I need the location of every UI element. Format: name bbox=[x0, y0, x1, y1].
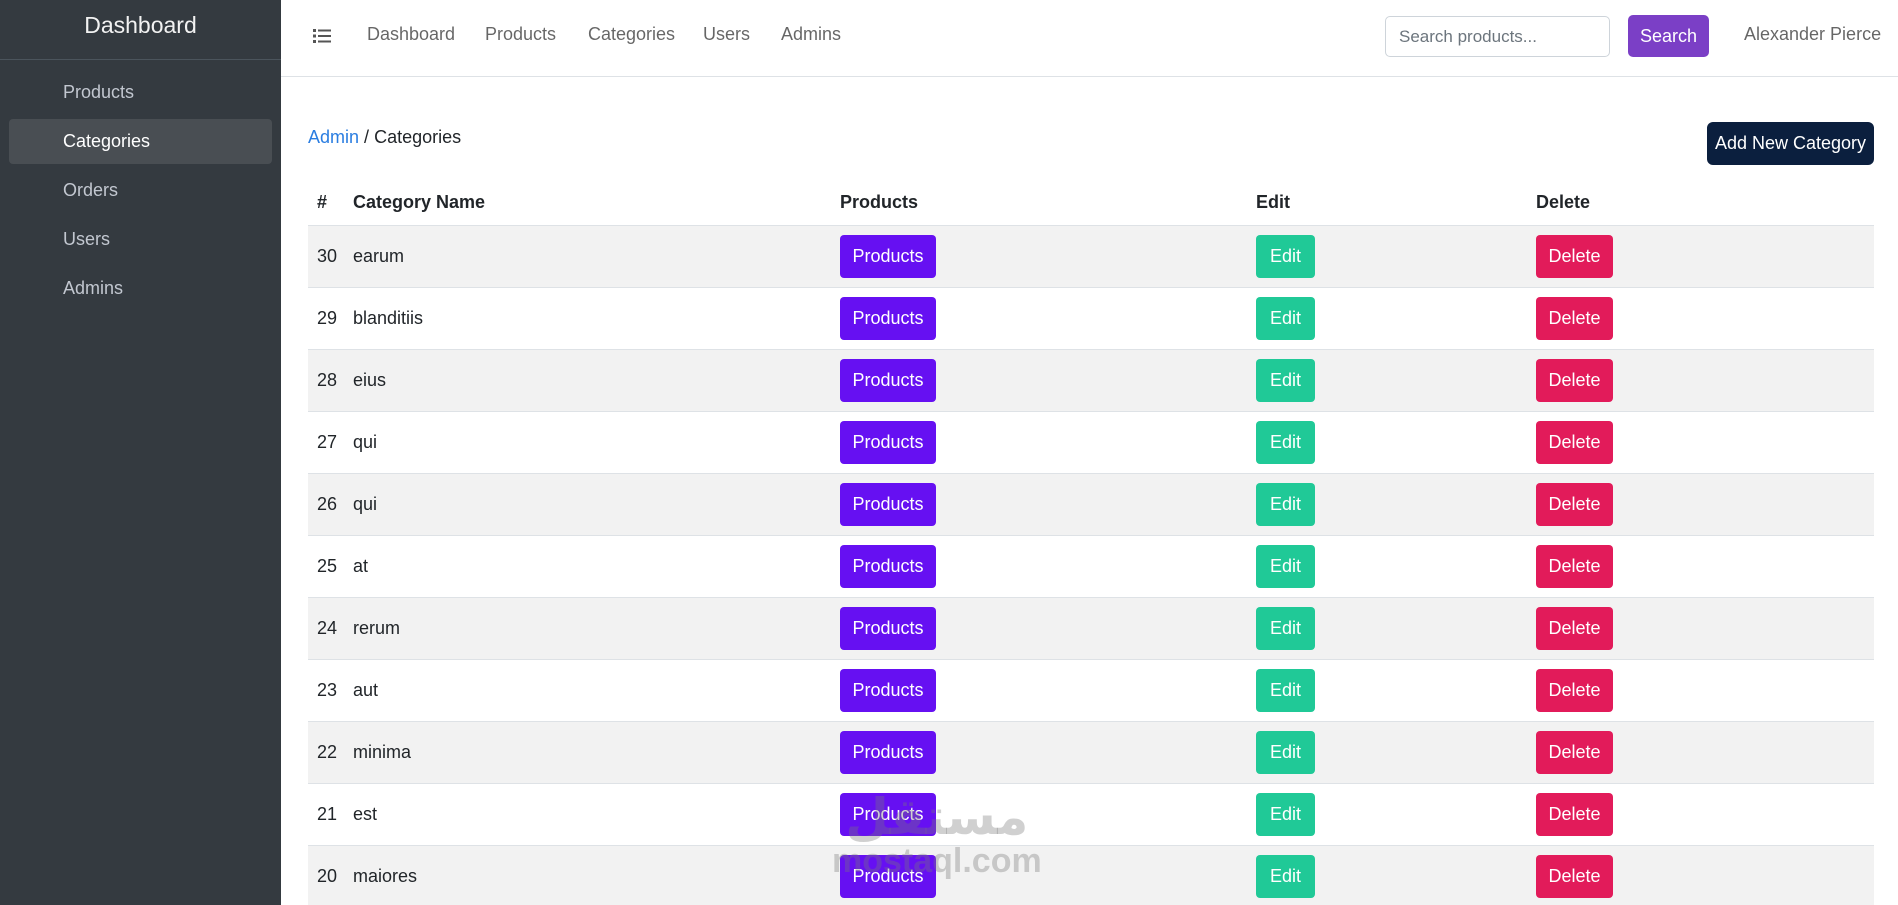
products-button[interactable]: Products bbox=[840, 483, 936, 526]
edit-button[interactable]: Edit bbox=[1256, 731, 1315, 774]
row-id: 25 bbox=[317, 556, 338, 576]
edit-button[interactable]: Edit bbox=[1256, 855, 1315, 898]
row-id: 26 bbox=[317, 494, 338, 514]
row-id: 28 bbox=[317, 370, 338, 390]
sidebar-item-users[interactable]: Users bbox=[9, 217, 272, 262]
row-id: 24 bbox=[317, 618, 338, 638]
table-row: 28 eius Products Edit Delete bbox=[308, 350, 1874, 412]
sidebar-item-admins[interactable]: Admins bbox=[9, 266, 272, 311]
edit-button[interactable]: Edit bbox=[1256, 483, 1315, 526]
table-body: 30 earum Products Edit Delete 29 blandit… bbox=[308, 226, 1874, 905]
row-category-name: maiores bbox=[353, 866, 418, 886]
search-button[interactable]: Search bbox=[1628, 15, 1709, 57]
column-header-id: # bbox=[317, 192, 328, 212]
edit-button[interactable]: Edit bbox=[1256, 235, 1315, 278]
delete-button[interactable]: Delete bbox=[1536, 235, 1613, 278]
products-button[interactable]: Products bbox=[840, 545, 936, 588]
edit-button[interactable]: Edit bbox=[1256, 669, 1315, 712]
sidebar-item-orders[interactable]: Orders bbox=[9, 168, 272, 213]
breadcrumb-link-admin[interactable]: Admin bbox=[308, 127, 359, 147]
edit-button[interactable]: Edit bbox=[1256, 793, 1315, 836]
products-button[interactable]: Products bbox=[840, 359, 936, 402]
row-category-name: earum bbox=[353, 246, 405, 266]
table-row: 20 maiores Products Edit Delete bbox=[308, 846, 1874, 905]
products-button[interactable]: Products bbox=[840, 297, 936, 340]
row-category-name: at bbox=[353, 556, 369, 576]
search-input[interactable] bbox=[1385, 16, 1610, 57]
column-header-edit: Edit bbox=[1256, 192, 1290, 212]
row-id: 20 bbox=[317, 866, 338, 886]
breadcrumb-current: Categories bbox=[374, 127, 462, 147]
delete-button[interactable]: Delete bbox=[1536, 669, 1613, 712]
products-button[interactable]: Products bbox=[840, 607, 936, 650]
breadcrumb: Admin / Categories bbox=[308, 127, 461, 148]
top-navbar: Dashboard Products Categories Users Admi… bbox=[281, 0, 1898, 77]
products-button[interactable]: Products bbox=[840, 235, 936, 278]
row-category-name: rerum bbox=[353, 618, 401, 638]
delete-button[interactable]: Delete bbox=[1536, 545, 1613, 588]
delete-button[interactable]: Delete bbox=[1536, 483, 1613, 526]
delete-button[interactable]: Delete bbox=[1536, 793, 1613, 836]
products-button[interactable]: Products bbox=[840, 731, 936, 774]
table-row: 23 aut Products Edit Delete bbox=[308, 660, 1874, 722]
row-id: 30 bbox=[317, 246, 338, 266]
delete-button[interactable]: Delete bbox=[1536, 855, 1613, 898]
row-id: 22 bbox=[317, 742, 338, 762]
column-header-products: Products bbox=[840, 192, 919, 212]
add-new-category-button[interactable]: Add New Category bbox=[1707, 122, 1874, 165]
sidebar-brand[interactable]: Dashboard bbox=[0, 0, 281, 60]
delete-button[interactable]: Delete bbox=[1536, 607, 1613, 650]
products-button[interactable]: Products bbox=[840, 793, 936, 836]
table-row: 27 qui Products Edit Delete bbox=[308, 412, 1874, 474]
table-row: 22 minima Products Edit Delete bbox=[308, 722, 1874, 784]
list-icon[interactable] bbox=[311, 25, 333, 47]
products-button[interactable]: Products bbox=[840, 855, 936, 898]
table-row: 30 earum Products Edit Delete bbox=[308, 226, 1874, 288]
nav-link-admins[interactable]: Admins bbox=[781, 24, 841, 45]
table-row: 29 blanditiis Products Edit Delete bbox=[308, 288, 1874, 350]
row-category-name: qui bbox=[353, 494, 378, 514]
row-category-name: blanditiis bbox=[353, 308, 424, 328]
delete-button[interactable]: Delete bbox=[1536, 359, 1613, 402]
breadcrumb-separator: / bbox=[364, 127, 370, 147]
edit-button[interactable]: Edit bbox=[1256, 607, 1315, 650]
sidebar-nav: Products Categories Orders Users Admins bbox=[0, 60, 281, 311]
table-row: 25 at Products Edit Delete bbox=[308, 536, 1874, 598]
row-id: 29 bbox=[317, 308, 338, 328]
edit-button[interactable]: Edit bbox=[1256, 359, 1315, 402]
nav-link-products[interactable]: Products bbox=[485, 24, 556, 45]
delete-button[interactable]: Delete bbox=[1536, 421, 1613, 464]
row-category-name: aut bbox=[353, 680, 379, 700]
table-row: 26 qui Products Edit Delete bbox=[308, 474, 1874, 536]
sidebar: Dashboard Products Categories Orders Use… bbox=[0, 0, 281, 905]
products-button[interactable]: Products bbox=[840, 421, 936, 464]
delete-button[interactable]: Delete bbox=[1536, 297, 1613, 340]
table-row: 24 rerum Products Edit Delete bbox=[308, 598, 1874, 660]
nav-link-categories[interactable]: Categories bbox=[588, 24, 675, 45]
column-header-category-name: Category Name bbox=[353, 192, 486, 212]
sidebar-item-categories[interactable]: Categories bbox=[9, 119, 272, 164]
table-row: 21 est Products Edit Delete bbox=[308, 784, 1874, 846]
row-category-name: est bbox=[353, 804, 378, 824]
edit-button[interactable]: Edit bbox=[1256, 297, 1315, 340]
user-name-link[interactable]: Alexander Pierce bbox=[1744, 24, 1881, 45]
delete-button[interactable]: Delete bbox=[1536, 731, 1613, 774]
column-header-delete: Delete bbox=[1536, 192, 1591, 212]
products-button[interactable]: Products bbox=[840, 669, 936, 712]
nav-link-users[interactable]: Users bbox=[703, 24, 750, 45]
edit-button[interactable]: Edit bbox=[1256, 545, 1315, 588]
nav-link-dashboard[interactable]: Dashboard bbox=[367, 24, 455, 45]
row-category-name: qui bbox=[353, 432, 378, 452]
edit-button[interactable]: Edit bbox=[1256, 421, 1315, 464]
row-id: 27 bbox=[317, 432, 338, 452]
categories-table: # Category Name Products Edit Delete 30 … bbox=[308, 178, 1874, 905]
row-category-name: minima bbox=[353, 742, 412, 762]
row-category-name: eius bbox=[353, 370, 387, 390]
row-id: 21 bbox=[317, 804, 338, 824]
sidebar-item-products[interactable]: Products bbox=[9, 70, 272, 115]
row-id: 23 bbox=[317, 680, 338, 700]
table-header: # Category Name Products Edit Delete bbox=[308, 178, 1874, 226]
